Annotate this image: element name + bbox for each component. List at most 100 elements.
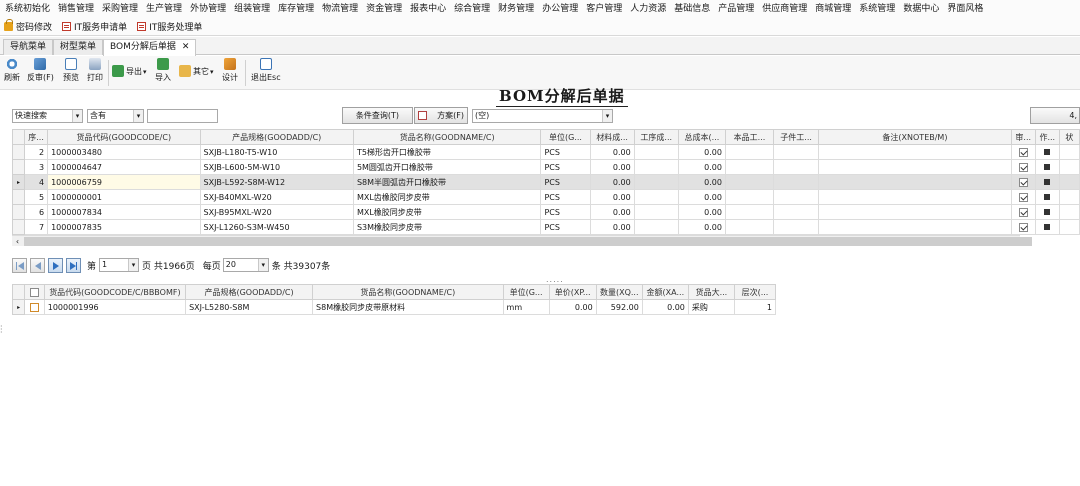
page-number-select[interactable]: 1 ▾ bbox=[99, 258, 140, 272]
column-header[interactable]: 材料成... bbox=[589, 129, 635, 145]
column-header[interactable]: 货品代码(GOODCODE/C/BBBOMF) bbox=[43, 284, 187, 300]
menu-item[interactable]: 采购管理 bbox=[98, 0, 142, 18]
menu-item[interactable]: 人力资源 bbox=[626, 0, 670, 18]
scrollbar-thumb[interactable] bbox=[24, 237, 1032, 246]
operate-cell[interactable] bbox=[1034, 204, 1060, 220]
goods-code-cell[interactable]: 1000000001 bbox=[47, 189, 201, 205]
spec-cell[interactable]: SXJB-L592-S8M-W12 bbox=[199, 174, 354, 190]
column-header[interactable]: 货品名称(GOODNAME/C) bbox=[352, 129, 542, 145]
first-page-icon[interactable] bbox=[12, 257, 27, 273]
self-work-cell[interactable] bbox=[724, 219, 775, 235]
remark-cell[interactable] bbox=[818, 189, 1012, 205]
goods-code-cell[interactable]: 1000001996 bbox=[43, 299, 187, 315]
column-header[interactable]: 序... bbox=[24, 129, 49, 145]
process-cost-cell[interactable] bbox=[633, 174, 679, 190]
operate-marker-icon[interactable] bbox=[1044, 224, 1051, 230]
operate-marker-icon[interactable] bbox=[1044, 194, 1051, 200]
scheme-button[interactable]: 方案(F) bbox=[414, 107, 468, 124]
spec-cell[interactable]: SXJ-L1260-S3M-W450 bbox=[199, 219, 354, 235]
column-header[interactable]: 单位(G... bbox=[540, 129, 591, 145]
goods-code-cell[interactable]: 1000004647 bbox=[47, 159, 201, 175]
export-button[interactable]: 导出 bbox=[112, 65, 147, 77]
audit-cell[interactable] bbox=[1010, 144, 1036, 160]
column-header[interactable]: 备注(XNOTEB/M) bbox=[818, 129, 1012, 145]
child-work-cell[interactable] bbox=[773, 219, 820, 235]
menu-item[interactable]: 综合管理 bbox=[450, 0, 494, 18]
column-header[interactable]: 子件工... bbox=[773, 129, 820, 145]
column-header[interactable]: 本品工... bbox=[724, 129, 775, 145]
remark-cell[interactable] bbox=[818, 204, 1012, 220]
total-cost-cell[interactable]: 0.00 bbox=[677, 159, 726, 175]
goods-name-cell[interactable]: S8M半圆弧齿开口橡胶带 bbox=[352, 174, 542, 190]
unit-cell[interactable]: PCS bbox=[540, 159, 591, 175]
remark-cell[interactable] bbox=[818, 159, 1012, 175]
row-checkbox[interactable] bbox=[30, 302, 39, 312]
goods-code-cell[interactable]: 1000007834 bbox=[47, 204, 201, 220]
tab-nav-menu[interactable]: 导航菜单 bbox=[3, 39, 54, 55]
self-work-cell[interactable] bbox=[724, 204, 775, 220]
prev-page-icon[interactable] bbox=[30, 257, 45, 273]
audit-cell[interactable] bbox=[1010, 159, 1036, 175]
operate-marker-icon[interactable] bbox=[1044, 149, 1051, 155]
print-button[interactable]: 打印 bbox=[87, 58, 103, 83]
operate-cell[interactable] bbox=[1034, 144, 1060, 160]
status-cell[interactable] bbox=[1058, 189, 1080, 205]
tab-tree-menu[interactable]: 树型菜单 bbox=[53, 39, 104, 55]
operate-cell[interactable] bbox=[1034, 219, 1060, 235]
exit-button[interactable]: 退出Esc bbox=[251, 58, 281, 83]
menu-item[interactable]: 库存管理 bbox=[274, 0, 318, 18]
material-cost-cell[interactable]: 0.00 bbox=[589, 204, 635, 220]
menu-item[interactable]: 客户管理 bbox=[582, 0, 626, 18]
goods-name-cell[interactable]: 5M圆弧齿开口橡胶带 bbox=[352, 159, 542, 175]
process-cost-cell[interactable] bbox=[633, 144, 679, 160]
audit-checkbox[interactable] bbox=[1018, 147, 1028, 157]
menu-item[interactable]: 报表中心 bbox=[406, 0, 450, 18]
audit-checkbox[interactable] bbox=[1018, 192, 1028, 202]
child-work-cell[interactable] bbox=[773, 159, 820, 175]
menu-item[interactable]: 数据中心 bbox=[899, 0, 943, 18]
audit-cell[interactable] bbox=[1010, 189, 1036, 205]
total-cost-cell[interactable]: 0.00 bbox=[677, 189, 726, 205]
spec-cell[interactable]: SXJB-L600-5M-W10 bbox=[199, 159, 354, 175]
column-header[interactable]: 单价(XP... bbox=[548, 284, 597, 300]
child-work-cell[interactable] bbox=[773, 144, 820, 160]
category-cell[interactable]: 采购 bbox=[687, 299, 735, 315]
material-cost-cell[interactable]: 0.00 bbox=[589, 219, 635, 235]
condition-query-button[interactable]: 条件查询(T) bbox=[342, 107, 413, 124]
menu-item[interactable]: 系统初始化 bbox=[3, 0, 54, 18]
unit-cell[interactable]: PCS bbox=[540, 219, 591, 235]
column-header[interactable]: 货品大... bbox=[687, 284, 735, 300]
import-button[interactable]: 导入 bbox=[155, 58, 171, 83]
scheme-select[interactable]: (空) ▾ bbox=[472, 109, 613, 123]
column-header[interactable]: 作... bbox=[1034, 129, 1060, 145]
audit-checkbox[interactable] bbox=[1018, 177, 1028, 187]
select-all-checkbox[interactable] bbox=[30, 287, 39, 297]
menu-item[interactable]: 组装管理 bbox=[230, 0, 274, 18]
last-page-icon[interactable] bbox=[66, 257, 81, 273]
column-header[interactable]: 状 bbox=[1058, 129, 1080, 145]
side-grip[interactable]: · · · bbox=[0, 323, 3, 337]
total-cost-cell[interactable]: 0.00 bbox=[677, 204, 726, 220]
refresh-button[interactable]: 刷新 bbox=[4, 58, 20, 83]
menu-item[interactable]: 系统管理 bbox=[855, 0, 899, 18]
column-header[interactable]: 层次(... bbox=[733, 284, 777, 300]
quicklink-it-request[interactable]: IT服务申请单 bbox=[62, 20, 127, 33]
unaudit-button[interactable]: 反审(F) bbox=[27, 58, 54, 83]
quantity-cell[interactable]: 592.00 bbox=[595, 299, 643, 315]
spec-cell[interactable]: SXJ-L5280-S8M bbox=[185, 299, 314, 315]
remark-cell[interactable] bbox=[818, 174, 1012, 190]
unit-cell[interactable]: mm bbox=[502, 299, 550, 315]
child-work-cell[interactable] bbox=[773, 189, 820, 205]
unit-cell[interactable]: PCS bbox=[540, 174, 591, 190]
material-cost-cell[interactable]: 0.00 bbox=[589, 159, 635, 175]
per-page-select[interactable]: 20 ▾ bbox=[222, 258, 269, 272]
total-cost-cell[interactable]: 0.00 bbox=[677, 174, 726, 190]
goods-name-cell[interactable]: S3M橡胶同步皮带 bbox=[352, 219, 542, 235]
next-page-icon[interactable] bbox=[48, 257, 63, 273]
menu-item[interactable]: 销售管理 bbox=[54, 0, 98, 18]
material-cost-cell[interactable]: 0.00 bbox=[589, 174, 635, 190]
column-header[interactable]: 产品规格(GOODADD/C) bbox=[185, 284, 314, 300]
table-row[interactable]: 3 1000004647 SXJB-L600-5M-W10 5M圆弧齿开口橡胶带 PCS… bbox=[11, 159, 1080, 175]
design-button[interactable]: 设计 bbox=[222, 58, 238, 83]
audit-checkbox[interactable] bbox=[1018, 222, 1028, 232]
